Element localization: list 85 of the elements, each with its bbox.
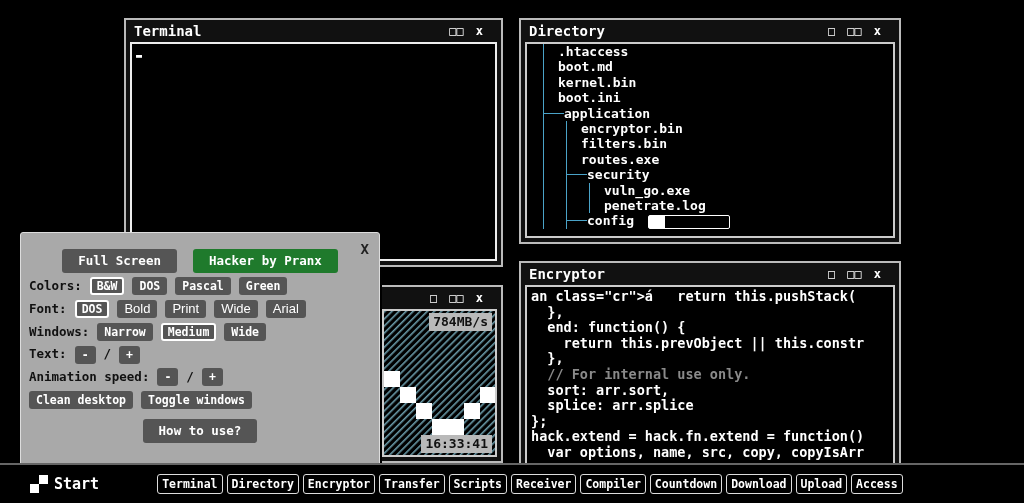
file-name[interactable]: boot.md: [558, 59, 613, 75]
code-line: end: function() {: [546, 320, 687, 336]
close-button[interactable]: x: [475, 292, 483, 304]
taskbar-button[interactable]: Compiler: [580, 474, 646, 494]
option-button[interactable]: Bold: [117, 300, 158, 319]
option-button[interactable]: Arial: [265, 300, 306, 319]
code-line: splice: arr.splice: [546, 398, 695, 414]
tile-button[interactable]: □□: [847, 25, 862, 37]
window-title: Terminal: [134, 21, 202, 41]
code-line: };: [531, 413, 548, 430]
window-title: Directory: [529, 21, 605, 41]
taskbar-button[interactable]: Access: [851, 474, 903, 494]
clock-label: 16:33:41: [421, 435, 492, 453]
close-button[interactable]: x: [873, 25, 881, 37]
taskbar-button[interactable]: Receiver: [511, 474, 577, 494]
graph-block: [384, 371, 400, 387]
help-button[interactable]: How to use?: [142, 418, 258, 443]
code-line: hack.extend = hack.fn.extend = function(): [531, 429, 866, 445]
graph-block: [400, 387, 416, 403]
start-icon[interactable]: [30, 475, 48, 493]
close-button[interactable]: x: [475, 25, 483, 37]
option-button[interactable]: DOS: [74, 300, 110, 319]
code-line: an class="cr">á return this.pushStack(: [531, 289, 858, 305]
increase-button[interactable]: +: [201, 368, 223, 387]
option-button[interactable]: Green: [238, 277, 288, 296]
option-button[interactable]: Narrow: [97, 322, 153, 341]
code-line: },: [546, 304, 565, 321]
option-button[interactable]: Wide: [224, 322, 266, 341]
code-line: var options, name, src, copy, copyIsArr: [546, 444, 866, 461]
menu-button[interactable]: Hacker by Pranx: [192, 249, 338, 273]
setting-label: Colors:: [29, 277, 82, 295]
file-name[interactable]: kernel.bin: [558, 74, 637, 90]
tile-button[interactable]: □□: [847, 268, 862, 280]
folder-name[interactable]: application: [564, 105, 651, 121]
minimize-button[interactable]: □: [828, 25, 836, 37]
start-button[interactable]: Start: [54, 472, 100, 496]
decrease-button[interactable]: -: [157, 368, 179, 387]
action-button[interactable]: Toggle windows: [141, 390, 252, 409]
taskbar-button[interactable]: Terminal: [157, 474, 223, 494]
menu-button[interactable]: Full Screen: [62, 249, 177, 273]
action-button[interactable]: Clean desktop: [29, 390, 133, 409]
taskbar-button[interactable]: Transfer: [379, 474, 445, 494]
taskbar-button[interactable]: Upload: [795, 474, 848, 494]
file-name[interactable]: filters.bin: [581, 136, 668, 152]
speed-label: 784MB/s: [429, 313, 492, 331]
minimize-button[interactable]: □: [430, 292, 438, 304]
code-line: return this.prevObject || this.constr: [562, 335, 866, 352]
setting-label: Windows:: [29, 322, 90, 341]
close-button[interactable]: x: [873, 268, 881, 280]
option-button[interactable]: B&W: [89, 277, 125, 296]
setting-label: Animation speed:: [29, 368, 150, 386]
option-button[interactable]: Wide: [214, 300, 258, 319]
decrease-button[interactable]: -: [74, 345, 96, 364]
tile-button[interactable]: □□: [449, 25, 464, 37]
taskbar-button[interactable]: Countdown: [649, 474, 723, 494]
option-button[interactable]: Medium: [160, 322, 217, 341]
taskbar-button[interactable]: Encryptor: [302, 474, 376, 494]
window-title: Encryptor: [529, 264, 605, 284]
separator-text: /: [103, 345, 112, 364]
option-button[interactable]: DOS: [132, 277, 168, 296]
graph-block: [480, 387, 495, 403]
code-line: },: [546, 351, 565, 367]
file-name[interactable]: encryptor.bin: [581, 121, 683, 137]
taskbar-button[interactable]: Scripts: [448, 474, 508, 494]
code-comment: // For internal use only.: [546, 366, 752, 383]
code-line: sort: arr.sort,: [546, 382, 671, 398]
text-cursor: ▬: [136, 49, 144, 63]
taskbar-button[interactable]: Directory: [226, 474, 299, 494]
option-button[interactable]: Print: [165, 300, 207, 319]
tile-button[interactable]: □□: [449, 292, 464, 304]
file-name[interactable]: routes.exe: [581, 151, 660, 167]
file-name[interactable]: vuln_go.exe: [604, 182, 691, 198]
increase-button[interactable]: +: [119, 345, 141, 364]
setting-label: Font:: [29, 299, 67, 318]
separator-text: /: [186, 368, 194, 386]
close-button[interactable]: X: [360, 239, 369, 260]
minimize-button[interactable]: □: [828, 268, 836, 280]
file-name[interactable]: boot.ini: [558, 90, 621, 106]
folder-name[interactable]: security: [587, 167, 650, 183]
option-button[interactable]: Pascal: [175, 277, 231, 296]
folder-name[interactable]: config: [587, 213, 634, 229]
setting-label: Text:: [29, 345, 67, 364]
file-name[interactable]: .htaccess: [558, 44, 629, 59]
taskbar-button[interactable]: Download: [726, 474, 792, 494]
file-name[interactable]: penetrate.log: [604, 198, 706, 214]
